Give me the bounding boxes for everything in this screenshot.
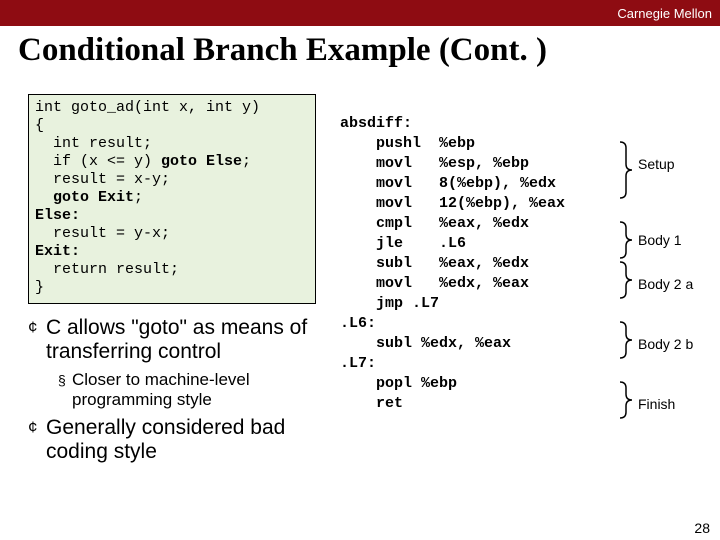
slide: Carnegie Mellon Conditional Branch Examp… [0,0,720,540]
asm-section-label: Body 2 a [638,276,693,292]
brace-icon [618,382,634,418]
brace-icon [618,262,634,298]
slide-title: Conditional Branch Example (Cont. ) [18,32,710,68]
bullet-text: Generally considered bad coding style [46,416,328,464]
c-code-box: int goto_ad(int x, int y) { int result; … [28,94,316,304]
header-stripe: Carnegie Mellon [0,0,720,26]
asm-section-label: Setup [638,156,675,172]
assembly-listing: absdiff: pushl %ebp movl %esp, %ebp movl… [340,114,565,414]
bullet-mark-square: § [58,370,72,390]
asm-section-label: Finish [638,396,675,412]
bullet-mark-o: ¢ [28,416,46,440]
asm-section-label: Body 2 b [638,336,693,352]
bullet-list: ¢C allows "goto" as means of transferrin… [28,316,328,470]
brace-icon [618,142,634,198]
brace-icon [618,322,634,358]
bullet-text: C allows "goto" as means of transferring… [46,316,328,364]
org-label: Carnegie Mellon [617,6,712,21]
brace-icon [618,222,634,258]
bullet-mark-o: ¢ [28,316,46,340]
bullet-item: ¢C allows "goto" as means of transferrin… [28,316,328,364]
bullet-text: Closer to machine-level programming styl… [72,370,328,410]
bullet-item: §Closer to machine-level programming sty… [58,370,328,410]
bullet-item: ¢Generally considered bad coding style [28,416,328,464]
asm-section-label: Body 1 [638,232,682,248]
page-number: 28 [694,520,710,536]
